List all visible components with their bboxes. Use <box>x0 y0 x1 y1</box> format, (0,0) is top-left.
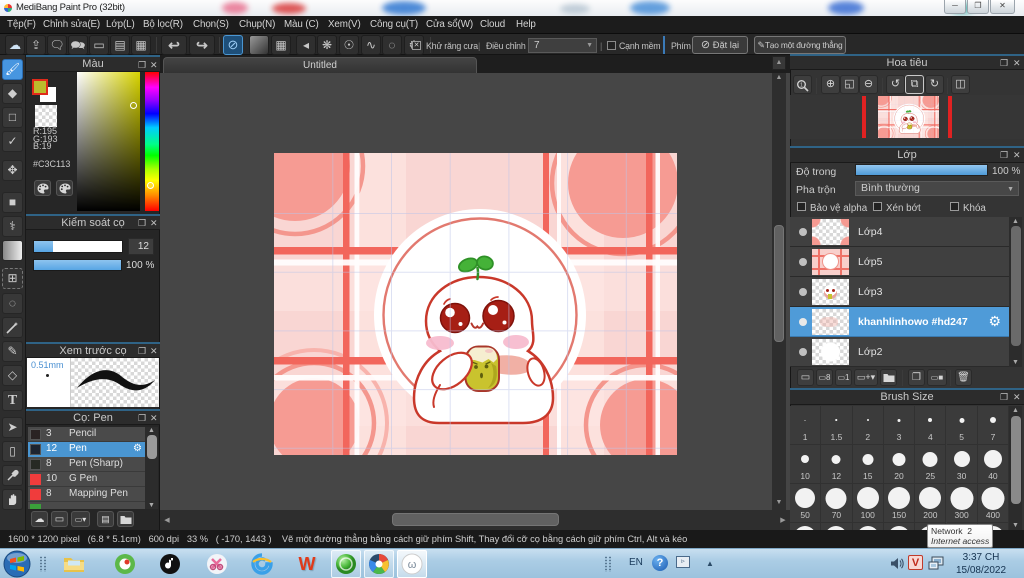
svg-text:1: 1 <box>800 83 803 89</box>
svg-text:ω: ω <box>408 559 417 571</box>
